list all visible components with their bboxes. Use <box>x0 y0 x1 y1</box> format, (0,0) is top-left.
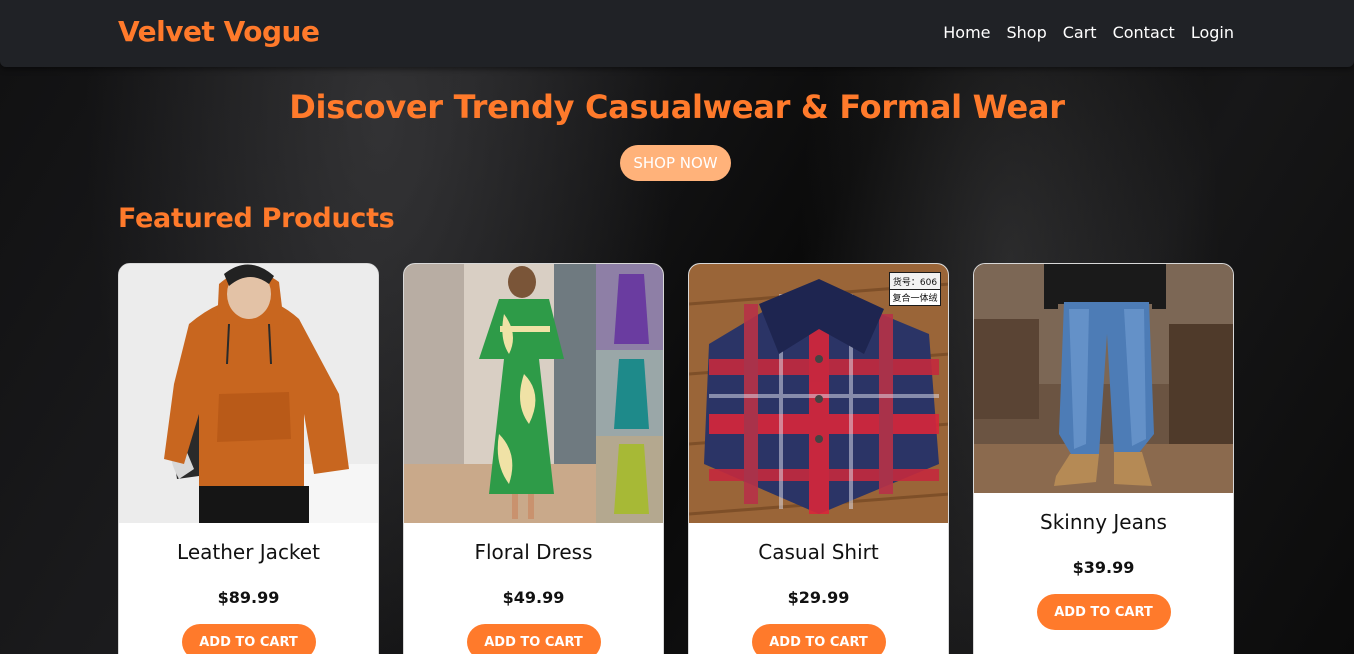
shop-now-button[interactable]: SHOP NOW <box>620 145 731 181</box>
nav-links: Home Shop Cart Contact Login <box>943 23 1234 42</box>
add-to-cart-button[interactable]: ADD TO CART <box>1036 594 1171 630</box>
product-image-orange-jacket[interactable] <box>119 264 378 523</box>
product-price: $29.99 <box>787 588 850 607</box>
product-name: Leather Jacket <box>177 540 320 564</box>
shirt-tag-code: 货号：606 <box>893 276 937 288</box>
add-to-cart-button[interactable]: ADD TO CART <box>181 624 316 654</box>
product-card-skinny-jeans: Skinny Jeans $39.99 ADD TO CART <box>973 263 1234 654</box>
nav-link-home[interactable]: Home <box>943 23 990 42</box>
nav-link-cart[interactable]: Cart <box>1063 23 1097 42</box>
product-price: $49.99 <box>502 588 565 607</box>
product-name: Skinny Jeans <box>1040 510 1167 534</box>
hero-title: Discover Trendy Casualwear & Formal Wear <box>289 88 1065 126</box>
nav-link-login[interactable]: Login <box>1191 23 1234 42</box>
add-to-cart-button[interactable]: ADD TO CART <box>466 624 601 654</box>
brand-logo[interactable]: Velvet Vogue <box>118 15 320 48</box>
product-image-green-dress[interactable] <box>404 264 663 523</box>
featured-products-title: Featured Products <box>118 203 395 234</box>
product-image-plaid-shirt[interactable]: 货号：606 复合一体绒 <box>689 264 948 523</box>
product-card-floral-dress: Floral Dress $49.99 ADD TO CART <box>403 263 664 654</box>
navbar: Velvet Vogue Home Shop Cart Contact Logi… <box>0 0 1354 67</box>
product-price: $89.99 <box>217 588 280 607</box>
shirt-tag-note: 复合一体绒 <box>892 292 937 304</box>
product-card-leather-jacket: Leather Jacket $89.99 ADD TO CART <box>118 263 379 654</box>
add-to-cart-button[interactable]: ADD TO CART <box>751 624 886 654</box>
product-name: Casual Shirt <box>758 540 879 564</box>
product-image-blue-jeans[interactable] <box>974 264 1233 493</box>
nav-link-contact[interactable]: Contact <box>1113 23 1175 42</box>
product-price: $39.99 <box>1072 558 1135 577</box>
product-card-casual-shirt: 货号：606 复合一体绒 Casual Shirt $29.99 ADD TO … <box>688 263 949 654</box>
nav-link-shop[interactable]: Shop <box>1007 23 1047 42</box>
product-name: Floral Dress <box>474 540 593 564</box>
